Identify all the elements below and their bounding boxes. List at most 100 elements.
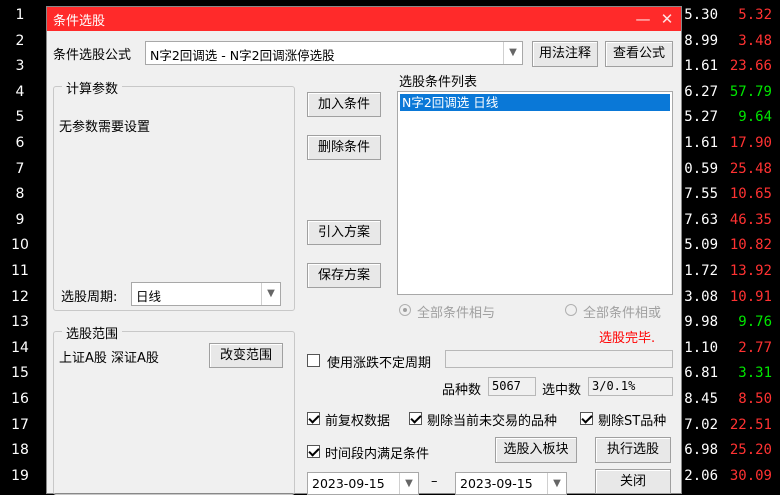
stock-price: 5.09 bbox=[684, 237, 718, 254]
row-number: 7 bbox=[15, 160, 25, 177]
radio-or[interactable] bbox=[565, 304, 577, 316]
selected-value: 3/0.1% bbox=[588, 377, 673, 396]
radio-and[interactable] bbox=[399, 304, 411, 316]
row-number: 6 bbox=[15, 135, 25, 151]
row-number: 13 bbox=[11, 314, 29, 331]
stock-value: 10.65 bbox=[729, 186, 772, 203]
status-text: 选股完毕. bbox=[599, 331, 656, 346]
formula-select[interactable]: N字2回调选 - N字2回调涨停选股 ▼ bbox=[145, 41, 523, 65]
stock-value: 9.76 bbox=[738, 314, 772, 331]
radio-or-label: 全部条件相或 bbox=[583, 306, 662, 321]
minimize-icon[interactable]: — bbox=[633, 9, 653, 29]
period-label: 选股周期: bbox=[61, 290, 118, 305]
adjust-label: 前复权数据 bbox=[325, 414, 391, 429]
stock-price: 1.10 bbox=[684, 339, 718, 356]
row-number: 19 bbox=[11, 467, 29, 484]
row-number: 18 bbox=[11, 442, 29, 459]
stock-value: 8.50 bbox=[738, 391, 772, 407]
stock-price: 3.08 bbox=[684, 288, 718, 305]
stock-price: 6.81 bbox=[684, 365, 718, 382]
radio-and-label: 全部条件相与 bbox=[417, 306, 496, 321]
adjust-checkbox[interactable] bbox=[307, 412, 320, 425]
list-item[interactable]: N字2回调选 日线 bbox=[400, 94, 670, 111]
selected-label: 选中数 bbox=[542, 383, 582, 398]
stock-price: 7.55 bbox=[684, 186, 718, 203]
row-number: 17 bbox=[11, 416, 29, 433]
exclude-untraded-checkbox[interactable] bbox=[409, 412, 422, 425]
params-group-title: 计算参数 bbox=[62, 78, 123, 97]
import-plan-button[interactable]: 引入方案 bbox=[307, 220, 381, 245]
close-icon[interactable]: ✕ bbox=[657, 9, 677, 29]
usage-button[interactable]: 用法注释 bbox=[532, 41, 598, 67]
period-select[interactable]: 日线 ▼ bbox=[131, 282, 281, 306]
row-number: 8 bbox=[15, 186, 25, 203]
row-number: 3 bbox=[15, 58, 25, 75]
period-value: 日线 bbox=[136, 289, 162, 304]
view-formula-button[interactable]: 查看公式 bbox=[605, 41, 673, 67]
count-label: 品种数 bbox=[442, 383, 482, 398]
close-button[interactable]: 关闭 bbox=[595, 469, 671, 494]
title-bar[interactable]: 条件选股 — ✕ bbox=[47, 7, 681, 31]
stock-value: 46.35 bbox=[729, 211, 772, 228]
row-number: 11 bbox=[11, 263, 29, 279]
range-text: 上证A股 深证A股 bbox=[59, 351, 159, 366]
to-block-button[interactable]: 选股入板块 bbox=[495, 437, 577, 463]
change-range-button[interactable]: 改变范围 bbox=[209, 343, 283, 368]
stock-price: 8.99 bbox=[684, 32, 718, 49]
add-condition-button[interactable]: 加入条件 bbox=[307, 92, 381, 117]
date-from-picker[interactable]: 2023-09-15 ▼ bbox=[307, 472, 419, 495]
date-to-value: 2023-09-15 bbox=[460, 476, 533, 491]
stock-price: 1.61 bbox=[684, 58, 718, 75]
stock-price: 1.72 bbox=[684, 263, 718, 279]
stock-value: 17.90 bbox=[729, 135, 772, 151]
stock-price: 7.02 bbox=[684, 416, 718, 433]
row-number: 2 bbox=[15, 32, 25, 49]
row-number: 5 bbox=[15, 109, 25, 126]
stock-price: 1.61 bbox=[684, 135, 718, 151]
condition-select-dialog: 条件选股 — ✕ 条件选股公式 N字2回调选 - N字2回调涨停选股 ▼ 用法注… bbox=[46, 6, 682, 495]
no-params-text: 无参数需要设置 bbox=[59, 120, 151, 135]
stock-value: 57.79 bbox=[729, 83, 772, 100]
limit-period-field[interactable] bbox=[445, 350, 673, 368]
stock-price: 6.27 bbox=[684, 83, 718, 100]
save-plan-button[interactable]: 保存方案 bbox=[307, 263, 381, 288]
count-value: 5067 bbox=[488, 377, 536, 396]
exclude-untraded-label: 剔除当前未交易的品种 bbox=[427, 414, 558, 429]
date-from-value: 2023-09-15 bbox=[312, 476, 385, 491]
stock-value: 10.82 bbox=[729, 237, 772, 254]
dialog-title: 条件选股 bbox=[53, 14, 106, 29]
row-number: 4 bbox=[15, 83, 25, 100]
use-limit-checkbox[interactable] bbox=[307, 354, 320, 367]
exclude-st-label: 剔除ST品种 bbox=[598, 414, 667, 429]
stock-price: 2.06 bbox=[684, 467, 718, 484]
stock-value: 13.92 bbox=[729, 263, 772, 279]
stock-value: 30.09 bbox=[729, 467, 772, 484]
stock-price: 9.98 bbox=[684, 314, 718, 331]
exclude-st-checkbox[interactable] bbox=[580, 412, 593, 425]
time-range-label: 时间段内满足条件 bbox=[325, 447, 430, 462]
execute-button[interactable]: 执行选股 bbox=[595, 437, 671, 463]
chevron-down-icon: ▼ bbox=[261, 283, 280, 305]
stock-price: 7.63 bbox=[684, 211, 718, 228]
use-limit-label: 使用涨跌不定周期 bbox=[327, 356, 432, 371]
stock-price: 5.30 bbox=[684, 7, 718, 23]
row-number: 1 bbox=[15, 7, 25, 23]
stock-value: 25.20 bbox=[729, 442, 772, 459]
delete-condition-button[interactable]: 删除条件 bbox=[307, 135, 381, 160]
stock-value: 3.48 bbox=[738, 32, 772, 49]
stock-value: 22.51 bbox=[729, 416, 772, 433]
time-range-checkbox[interactable] bbox=[307, 445, 320, 458]
stock-value: 3.31 bbox=[738, 365, 772, 382]
stock-price: 0.59 bbox=[684, 160, 718, 177]
condition-list-label: 选股条件列表 bbox=[399, 75, 478, 90]
chevron-down-icon: ▼ bbox=[399, 473, 418, 494]
stock-value: 9.64 bbox=[738, 109, 772, 126]
stock-price: 5.27 bbox=[684, 109, 718, 126]
stock-price: 6.98 bbox=[684, 442, 718, 459]
chevron-down-icon: ▼ bbox=[547, 473, 566, 494]
chevron-down-icon: ▼ bbox=[503, 42, 522, 64]
condition-list[interactable]: N字2回调选 日线 bbox=[397, 91, 673, 295]
row-number: 12 bbox=[11, 288, 29, 305]
stock-value: 25.48 bbox=[729, 160, 772, 177]
date-to-picker[interactable]: 2023-09-15 ▼ bbox=[455, 472, 567, 495]
